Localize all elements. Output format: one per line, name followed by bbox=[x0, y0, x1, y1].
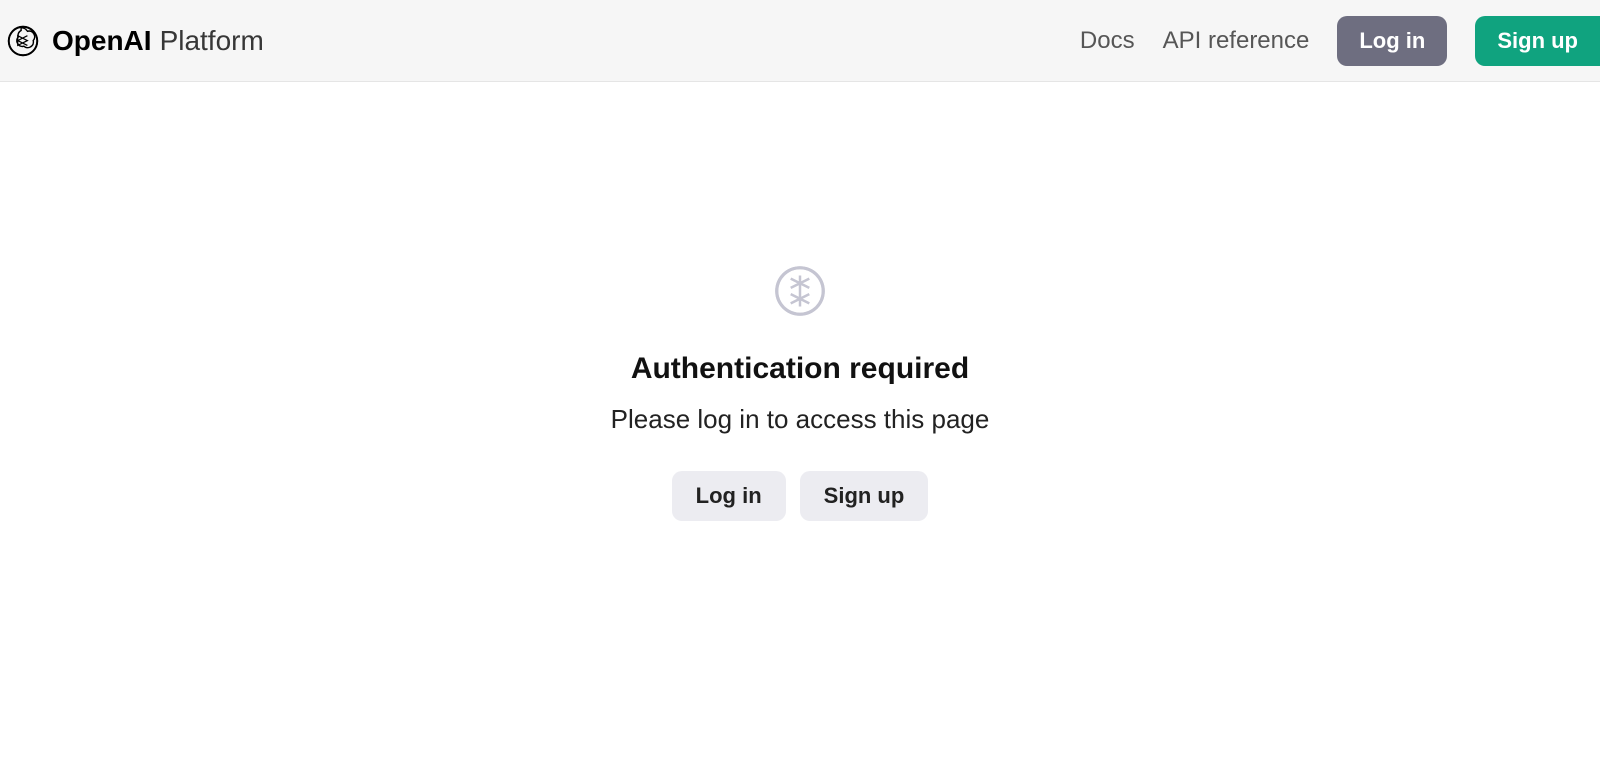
brand-name: OpenAI bbox=[52, 25, 152, 57]
auth-required-subtitle: Please log in to access this page bbox=[611, 404, 990, 435]
brand[interactable]: OpenAI Platform bbox=[4, 22, 264, 60]
auth-actions: Log in Sign up bbox=[672, 471, 929, 521]
header-nav: Docs API reference Log in Sign up bbox=[1080, 16, 1600, 66]
login-button[interactable]: Log in bbox=[672, 471, 786, 521]
brand-product: Platform bbox=[160, 25, 264, 57]
openai-logo-icon bbox=[4, 22, 42, 60]
nav-link-api-reference[interactable]: API reference bbox=[1163, 27, 1310, 55]
nav-link-docs[interactable]: Docs bbox=[1080, 27, 1135, 55]
main-content: Authentication required Please log in to… bbox=[0, 82, 1600, 521]
brand-text: OpenAI Platform bbox=[52, 25, 264, 57]
auth-required-title: Authentication required bbox=[631, 352, 969, 386]
header: OpenAI Platform Docs API reference Log i… bbox=[0, 0, 1600, 82]
login-button[interactable]: Log in bbox=[1337, 16, 1447, 66]
openai-logo-icon bbox=[769, 260, 831, 322]
signup-button[interactable]: Sign up bbox=[1475, 16, 1600, 66]
signup-button[interactable]: Sign up bbox=[800, 471, 929, 521]
